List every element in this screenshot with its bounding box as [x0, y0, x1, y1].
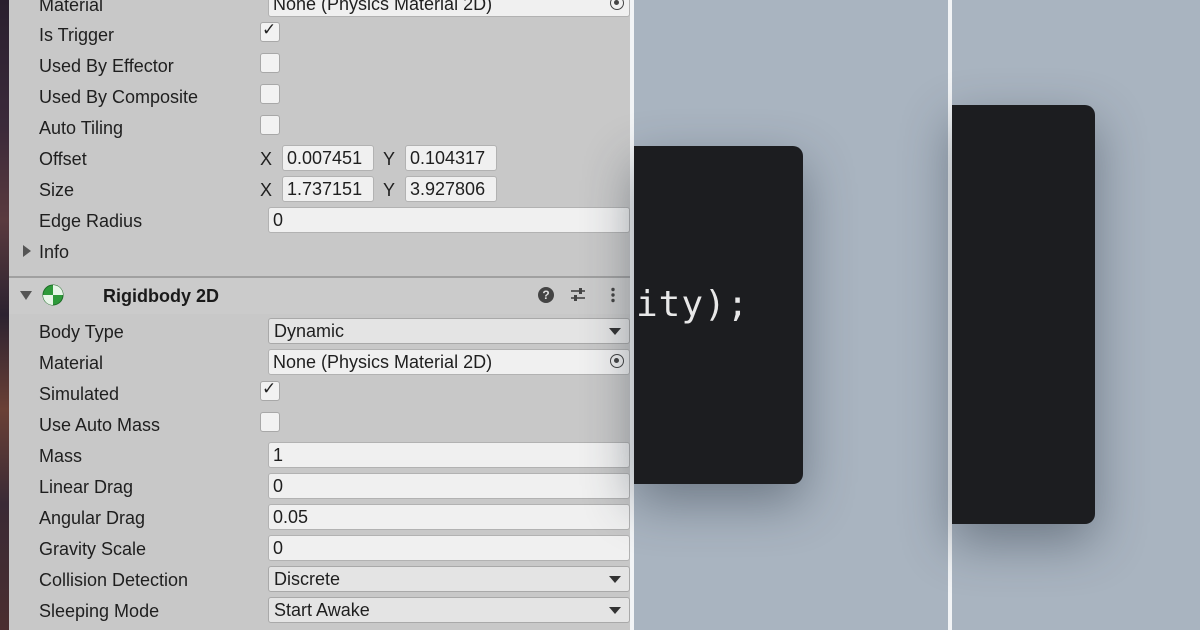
row-edge-radius: Edge Radius 0	[9, 206, 630, 237]
component-title: Rigidbody 2D	[103, 286, 219, 306]
gravity-scale-field[interactable]: 0	[268, 535, 630, 561]
more-vertical-icon[interactable]	[605, 287, 621, 303]
body-type-value: Dynamic	[274, 321, 345, 341]
code-card-right	[952, 105, 1095, 524]
material-value: None (Physics Material 2D)	[273, 0, 493, 14]
row-use-auto-mass: Use Auto Mass	[9, 410, 630, 441]
row-size: Size X 1.737151 Y 3.927806	[9, 175, 630, 206]
simulated-label: Simulated	[39, 384, 120, 404]
dropdown-arrow-icon	[609, 328, 621, 335]
checkmark-icon: ✓	[262, 20, 277, 39]
checkmark-icon: ✓	[262, 379, 277, 398]
offset-label: Offset	[39, 149, 87, 169]
row-used-by-composite: Used By Composite	[9, 82, 630, 113]
is-trigger-checkbox[interactable]: ✓	[260, 20, 280, 42]
size-y-field[interactable]: 3.927806	[405, 176, 497, 202]
edge-radius-field[interactable]: 0	[268, 207, 630, 233]
rigidbody2d-icon	[42, 284, 64, 306]
mass-label: Mass	[39, 446, 83, 466]
row-angular-drag: Angular Drag 0.05	[9, 503, 630, 534]
offset-y-field[interactable]: 0.104317	[405, 145, 497, 171]
size-x-field[interactable]: 1.737151	[282, 176, 374, 202]
help-icon[interactable]: ?	[538, 287, 554, 303]
linear-drag-field[interactable]: 0	[268, 473, 630, 499]
used-by-composite-label: Used By Composite	[39, 87, 199, 107]
simulated-checkbox[interactable]: ✓	[260, 379, 280, 401]
offset-x-axis-label: X	[260, 149, 273, 169]
preset-sliders-icon[interactable]	[570, 287, 586, 303]
rb-material-object-field[interactable]: None (Physics Material 2D)	[268, 349, 630, 375]
size-x-axis-label: X	[260, 180, 273, 200]
row-auto-tiling: Auto Tiling	[9, 113, 630, 144]
code-snippet: ity);	[636, 284, 750, 325]
rb-material-value: None (Physics Material 2D)	[273, 352, 493, 372]
gravity-scale-label: Gravity Scale	[39, 539, 147, 559]
edge-radius-label: Edge Radius	[39, 211, 143, 231]
offset-y-axis-label: Y	[383, 149, 396, 169]
collision-detection-value: Discrete	[274, 569, 341, 589]
row-collision-detection: Collision Detection Discrete	[9, 565, 630, 596]
sleeping-mode-label: Sleeping Mode	[39, 601, 160, 621]
chevron-right-icon[interactable]	[23, 245, 31, 257]
row-mass: Mass 1	[9, 441, 630, 472]
collision-detection-label: Collision Detection	[39, 570, 189, 590]
row-linear-drag: Linear Drag 0	[9, 472, 630, 503]
row-body-type: Body Type Dynamic	[9, 317, 630, 348]
chevron-down-icon[interactable]	[20, 291, 32, 300]
row-gravity-scale: Gravity Scale 0	[9, 534, 630, 565]
row-used-by-effector: Used By Effector	[9, 51, 630, 82]
row-sleeping-mode: Sleeping Mode Start Awake	[9, 596, 630, 627]
collision-detection-dropdown[interactable]: Discrete	[268, 566, 630, 592]
row-rb-material: Material None (Physics Material 2D)	[9, 348, 630, 379]
size-y-axis-label: Y	[383, 180, 396, 200]
auto-tiling-checkbox[interactable]	[260, 115, 280, 135]
body-type-label: Body Type	[39, 322, 124, 342]
row-offset: Offset X 0.007451 Y 0.104317	[9, 144, 630, 175]
used-by-effector-checkbox[interactable]	[260, 53, 280, 73]
used-by-effector-label: Used By Effector	[39, 56, 174, 76]
auto-tiling-label: Auto Tiling	[39, 118, 124, 138]
angular-drag-label: Angular Drag	[39, 508, 146, 528]
dropdown-arrow-icon	[609, 576, 621, 583]
material-label: Material	[39, 0, 104, 15]
object-picker-icon[interactable]	[610, 354, 624, 368]
sleeping-mode-dropdown[interactable]: Start Awake	[268, 597, 630, 623]
angular-drag-field[interactable]: 0.05	[268, 504, 630, 530]
row-material-top: Material None (Physics Material 2D)	[9, 0, 630, 21]
info-label: Info	[39, 242, 70, 262]
use-auto-mass-checkbox[interactable]	[260, 412, 280, 432]
object-picker-icon[interactable]	[610, 0, 624, 10]
size-label: Size	[39, 180, 75, 200]
rigidbody2d-header[interactable]: Rigidbody 2D ?	[9, 276, 630, 314]
row-is-trigger: Is Trigger ✓	[9, 20, 630, 51]
use-auto-mass-label: Use Auto Mass	[39, 415, 161, 435]
offset-x-field[interactable]: 0.007451	[282, 145, 374, 171]
used-by-composite-checkbox[interactable]	[260, 84, 280, 104]
body-type-dropdown[interactable]: Dynamic	[268, 318, 630, 344]
dropdown-arrow-icon	[609, 607, 621, 614]
row-info-foldout[interactable]: Info	[9, 237, 630, 268]
mass-field[interactable]: 1	[268, 442, 630, 468]
inspector-panel: Material None (Physics Material 2D) Is T…	[0, 0, 630, 630]
linear-drag-label: Linear Drag	[39, 477, 134, 497]
row-simulated: Simulated ✓	[9, 379, 630, 410]
sleeping-mode-value: Start Awake	[274, 600, 370, 620]
material-object-field[interactable]: None (Physics Material 2D)	[268, 0, 630, 17]
scene-view-edge	[0, 0, 9, 630]
rb-material-label: Material	[39, 353, 104, 373]
is-trigger-label: Is Trigger	[39, 25, 115, 45]
